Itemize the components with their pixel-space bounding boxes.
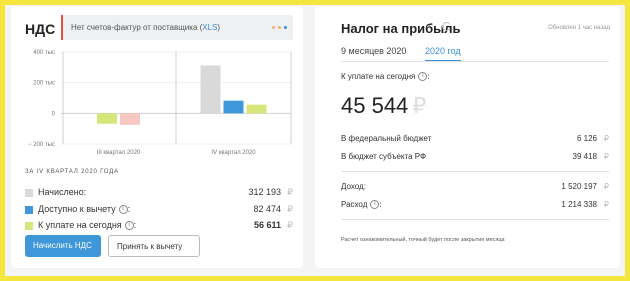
currency-sign: ₽ [287, 187, 293, 197]
profit-tax-card: Налог на прибыль Обновлен 1 час назад 9 … [315, 6, 620, 268]
notice-end: ) [217, 23, 221, 32]
info-icon[interactable]: i [370, 200, 380, 210]
bar [200, 65, 221, 114]
updated-status: Обновлен 1 час назад [548, 25, 610, 31]
deductible-value: 82 474 [253, 204, 281, 214]
tab-9-months[interactable]: 9 месяцев 2020 [341, 46, 406, 60]
tabs-divider [341, 61, 609, 62]
income-label: Доход: [341, 182, 366, 191]
x-tick-label: IV квартал 2020 [211, 150, 256, 156]
y-tick-label: 200 тыс [33, 81, 55, 87]
accept-deduction-button[interactable]: Принять к вычету [108, 235, 200, 257]
refresh-icon[interactable] [442, 22, 451, 31]
vat-chart: 400 тыс 200 тыс 0 − 200 тыс III квартал 2020… [23, 46, 295, 164]
currency-sign: ₽ [603, 152, 609, 161]
disclaimer-text: Расчет ознакомительный, точный будет пос… [341, 237, 505, 243]
deductible-label: Доступно к вычету i: [38, 204, 131, 215]
due-today-value: 56 611 [253, 220, 281, 230]
y-tick-label: − 200 тыс [28, 142, 55, 148]
bar [246, 104, 267, 114]
regional-label: В бюджет субъекта РФ [341, 152, 427, 161]
supplier-invoice-notice: Нет счетов-фактур от поставщика (XLS) [61, 15, 293, 40]
expense-label: Расход [341, 200, 368, 209]
income-row: Доход: 1 520 197 ₽ [341, 182, 609, 191]
currency-sign: ₽ [603, 134, 609, 143]
accrued-row: Начислено: 312 193 ₽ [25, 186, 293, 200]
notice-text: Нет счетов-фактур от поставщика ( [71, 23, 203, 32]
income-value: 1 520 197 [561, 182, 597, 191]
period-caption: ЗА IV КВАРТАЛ 2020 ГОДА [25, 169, 119, 175]
accrued-value: 312 193 [248, 187, 281, 197]
divider [341, 171, 609, 172]
vat-chart-svg: 400 тыс 200 тыс 0 − 200 тыс III квартал 2020… [28, 50, 292, 156]
info-icon[interactable]: i [118, 205, 128, 215]
deductible-row: Доступно к вычету i: 82 474 ₽ [25, 203, 293, 217]
due-amount: 45 544 ₽ [341, 93, 427, 118]
bar [223, 100, 244, 114]
legend-accrued-icon [25, 189, 33, 197]
currency-sign: ₽ [287, 220, 293, 230]
vat-title: НДС [25, 21, 56, 37]
vat-card: НДС Нет счетов-фактур от поставщика (XLS… [11, 6, 303, 268]
xls-link[interactable]: XLS [202, 23, 217, 32]
due-today-row: К уплате на сегодня i: 56 611 ₽ [25, 219, 293, 233]
federal-budget-row: В федеральный бюджет 6 126 ₽ [341, 134, 609, 143]
divider [341, 219, 609, 220]
expense-row: Расход i: 1 214 338 ₽ [341, 200, 609, 210]
federal-value: 6 126 [576, 134, 597, 143]
x-tick-label: III квартал 2020 [97, 150, 141, 156]
bar [120, 113, 140, 125]
info-icon[interactable]: i [418, 72, 428, 82]
info-icon[interactable]: i [124, 221, 134, 231]
legend-deductible-icon [25, 206, 33, 214]
regional-budget-row: В бюджет субъекта РФ 39 418 ₽ [341, 152, 609, 161]
expense-value: 1 214 338 [561, 200, 597, 209]
legend-due-icon [25, 222, 33, 230]
due-today-label: К уплате на сегодня i: [341, 72, 430, 82]
federal-label: В федеральный бюджет [341, 134, 432, 143]
due-today-label: К уплате на сегодня i: [38, 220, 137, 231]
accrued-label: Начислено: [38, 187, 87, 197]
currency-sign: ₽ [412, 93, 427, 118]
currency-sign: ₽ [287, 204, 293, 214]
currency-sign: ₽ [603, 182, 609, 191]
regional-value: 39 418 [572, 152, 597, 161]
currency-sign: ₽ [603, 200, 609, 209]
y-tick-label: 400 тыс [33, 50, 55, 56]
bar [97, 113, 117, 124]
accrue-vat-button[interactable]: Начислить НДС [25, 235, 101, 257]
y-tick-label: 0 [52, 111, 56, 117]
more-icon[interactable] [272, 26, 287, 29]
tab-year-2020[interactable]: 2020 год [425, 46, 461, 61]
